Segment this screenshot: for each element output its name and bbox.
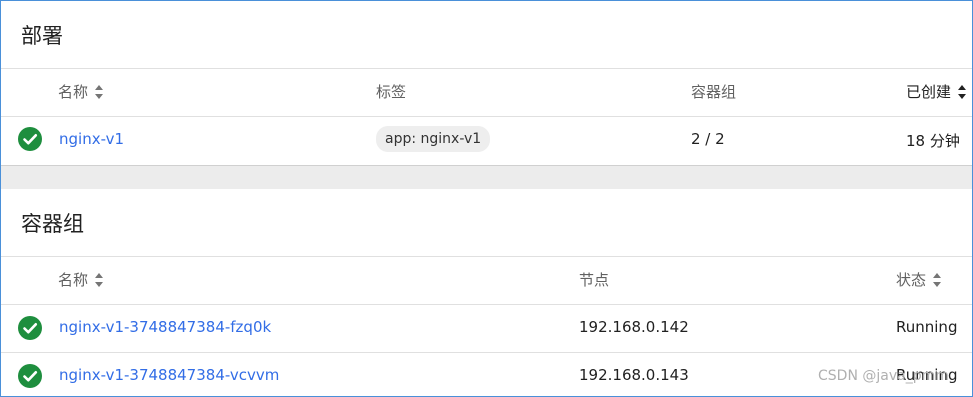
deployment-created-age: 18 分钟 (906, 132, 960, 150)
pods-header-divider (1, 304, 972, 305)
sort-icon (933, 272, 942, 287)
pod-status: Running (896, 318, 958, 336)
sort-icon (95, 84, 104, 99)
success-check-icon (18, 364, 42, 388)
success-check-icon (18, 127, 42, 151)
deploy-col-labels-label: 标签 (376, 83, 407, 101)
deploy-col-pods-header: 容器组 (691, 81, 736, 102)
deploy-col-labels-header: 标签 (376, 81, 406, 102)
deploy-col-created-label: 已创建 (906, 83, 952, 101)
deployments-title-divider (1, 68, 972, 69)
deployment-name-link[interactable]: nginx-v1 (59, 130, 124, 148)
deployments-header-divider (1, 116, 972, 117)
pod-col-name-label: 名称 (58, 271, 89, 289)
pod-row-divider (1, 352, 972, 353)
deploy-col-name-header[interactable]: 名称 (58, 81, 104, 102)
pod-node: 192.168.0.143 (579, 366, 689, 384)
deployment-pods-count: 2 / 2 (691, 130, 725, 148)
pods-card (1, 189, 972, 396)
deploy-col-created-header[interactable]: 已创建 (906, 81, 967, 102)
pod-col-status-header[interactable]: 状态 (896, 269, 942, 290)
card-separator (1, 165, 972, 189)
pod-name-link[interactable]: nginx-v1-3748847384-vcvvm (59, 366, 279, 384)
sort-icon (958, 84, 967, 99)
pod-col-node-header: 节点 (579, 269, 609, 290)
deployments-title: 部署 (21, 24, 63, 48)
success-check-icon (18, 316, 42, 340)
pods-title-divider (1, 256, 972, 257)
pod-name-link[interactable]: nginx-v1-3748847384-fzq0k (59, 318, 271, 336)
label-chip: app: nginx-v1 (376, 126, 491, 152)
deploy-col-pods-label: 容器组 (691, 83, 737, 101)
pod-col-node-label: 节点 (579, 271, 610, 289)
csdn-watermark: CSDN @java_pmm (818, 368, 949, 384)
pod-col-name-header[interactable]: 名称 (58, 269, 104, 290)
pod-node: 192.168.0.142 (579, 318, 689, 336)
pods-title: 容器组 (21, 212, 84, 236)
pod-col-status-label: 状态 (896, 271, 927, 289)
sort-icon (95, 272, 104, 287)
deploy-col-name-label: 名称 (58, 83, 89, 101)
